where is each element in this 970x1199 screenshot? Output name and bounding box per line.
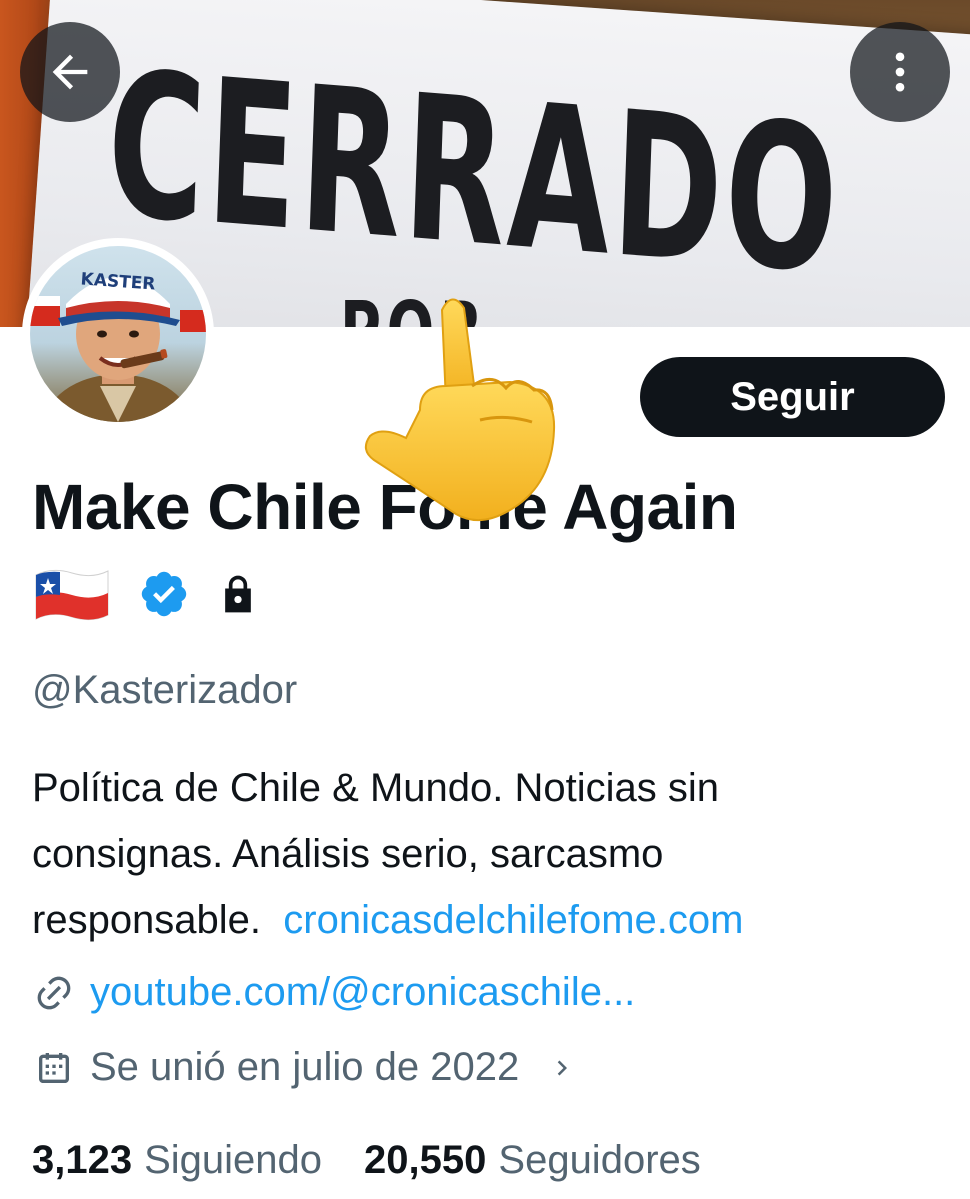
following-count: 3,123 — [32, 1138, 133, 1182]
user-handle: @Kasterizador — [32, 668, 298, 712]
avatar-image: KASTER — [30, 246, 206, 422]
bio-line: responsable. cronicasdelchilefome.com — [32, 887, 942, 953]
follow-button[interactable]: Seguir — [640, 357, 945, 437]
bio-link[interactable]: cronicasdelchilefome.com — [283, 898, 743, 942]
link-icon — [32, 971, 76, 1015]
bio-line: consignas. Análisis serio, sarcasmo — [32, 832, 664, 876]
website-row: youtube.com/@cronicaschile... — [32, 970, 635, 1015]
bio-line: Política de Chile & Mundo. Noticias sin — [32, 766, 719, 810]
join-date-row[interactable]: Se unió en julio de 2022 — [32, 1045, 577, 1090]
more-vertical-icon — [895, 52, 905, 92]
name-badges — [32, 562, 260, 626]
followers-count: 20,550 — [364, 1138, 487, 1182]
chile-flag-icon — [35, 569, 109, 621]
website-link[interactable]: youtube.com/@cronicaschile... — [90, 970, 635, 1015]
following-stat[interactable]: 3,123 Siguiendo — [32, 1138, 322, 1183]
chevron-right-icon — [547, 1050, 577, 1086]
bio-text: responsable. — [32, 898, 262, 942]
arrow-left-icon — [52, 54, 88, 90]
pointing-hand-emoji-icon — [364, 298, 556, 521]
profile-bio: Política de Chile & Mundo. Noticias sin … — [32, 755, 942, 953]
followers-label: Seguidores — [498, 1138, 701, 1182]
calendar-icon — [32, 1046, 76, 1090]
lock-icon — [225, 575, 251, 613]
join-date-text: Se unió en julio de 2022 — [90, 1045, 520, 1089]
back-button[interactable] — [20, 22, 120, 122]
follow-stats: 3,123 Siguiendo 20,550 Seguidores — [32, 1138, 701, 1183]
profile-avatar[interactable]: KASTER — [22, 238, 214, 430]
followers-stat[interactable]: 20,550 Seguidores — [364, 1138, 701, 1183]
verified-badge-icon — [141, 571, 187, 617]
following-label: Siguiendo — [144, 1138, 323, 1182]
more-options-button[interactable] — [850, 22, 950, 122]
